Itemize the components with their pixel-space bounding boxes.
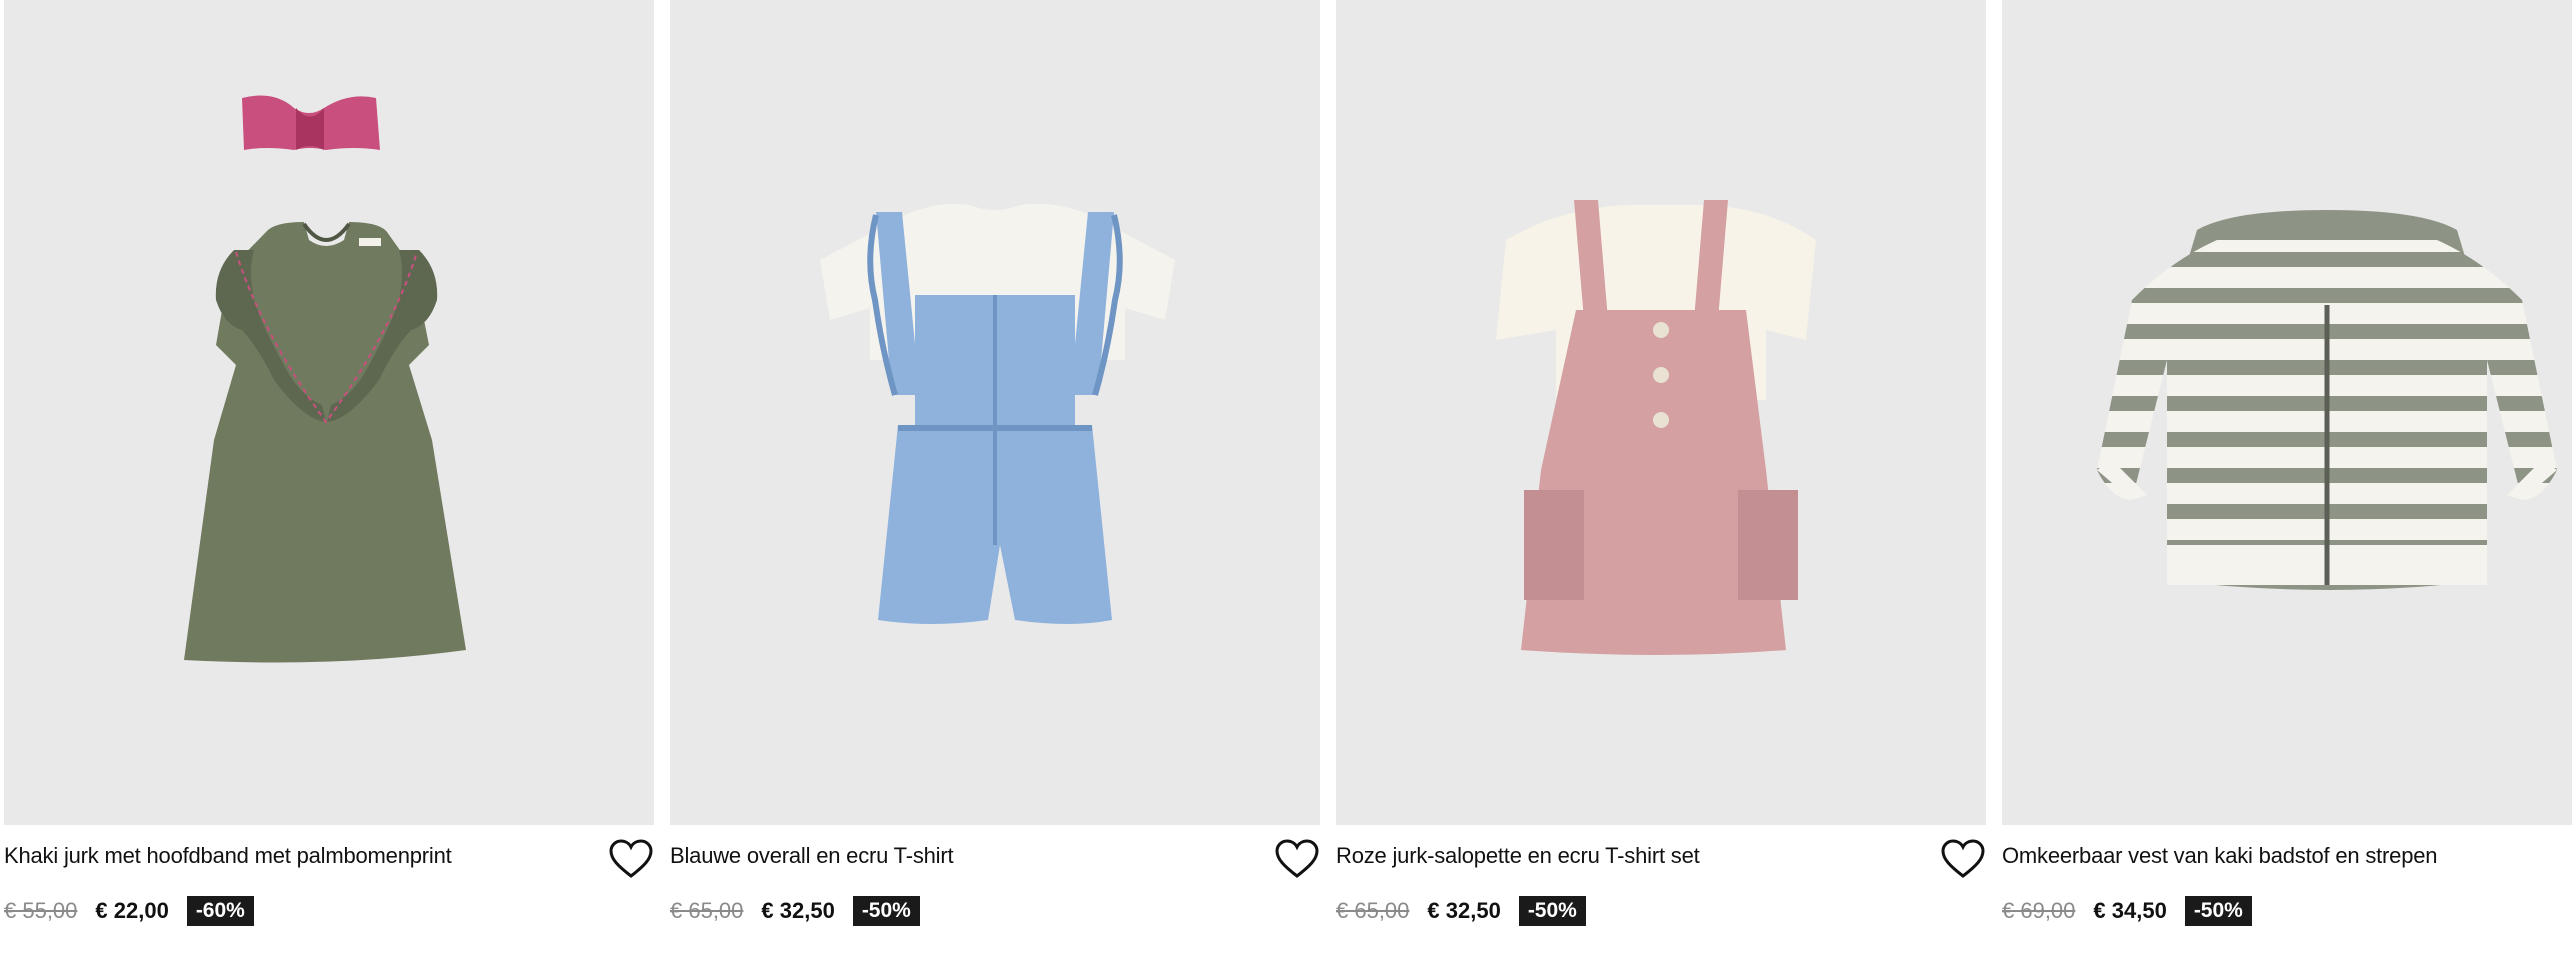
old-price: € 69,00	[2002, 898, 2076, 923]
old-price: € 55,00	[4, 898, 78, 923]
khaki-dress-image	[184, 95, 466, 663]
product-image[interactable]	[1336, 0, 1986, 825]
product-image[interactable]	[4, 0, 654, 825]
discount-badge: -50%	[852, 896, 920, 926]
wishlist-heart-icon[interactable]	[1940, 838, 1986, 880]
product-card: Khaki jurk met hoofdband met palmbomenpr…	[4, 0, 654, 960]
price-row: € 55,00 € 22,00 -60%	[4, 894, 254, 928]
product-image[interactable]	[2002, 0, 2572, 825]
sale-price: € 32,50	[761, 898, 835, 923]
old-price: € 65,00	[670, 898, 744, 923]
product-image[interactable]	[670, 0, 1320, 825]
wishlist-heart-icon[interactable]	[608, 838, 654, 880]
sale-price: € 34,50	[2093, 898, 2167, 923]
discount-badge: -60%	[186, 896, 254, 926]
product-card: Omkeerbaar vest van kaki badstof en stre…	[2002, 0, 2572, 960]
product-title[interactable]: Khaki jurk met hoofdband met palmbomenpr…	[4, 843, 452, 869]
price-row: € 69,00 € 34,50 -50%	[2002, 894, 2252, 928]
striped-jacket-image	[2097, 210, 2557, 590]
discount-badge: -50%	[1518, 896, 1586, 926]
pink-pinafore-image	[1496, 200, 1816, 655]
product-title[interactable]: Roze jurk-salopette en ecru T-shirt set	[1336, 843, 1700, 869]
price-row: € 65,00 € 32,50 -50%	[670, 894, 920, 928]
product-card: Roze jurk-salopette en ecru T-shirt set …	[1336, 0, 1986, 960]
product-card: Blauwe overall en ecru T-shirt € 65,00 €…	[670, 0, 1320, 960]
product-title[interactable]: Omkeerbaar vest van kaki badstof en stre…	[2002, 843, 2438, 869]
sale-price: € 22,00	[95, 898, 169, 923]
price-row: € 65,00 € 32,50 -50%	[1336, 894, 1586, 928]
blue-overall-image	[820, 203, 1175, 624]
old-price: € 65,00	[1336, 898, 1410, 923]
discount-badge: -50%	[2184, 896, 2252, 926]
sale-price: € 32,50	[1427, 898, 1501, 923]
product-title[interactable]: Blauwe overall en ecru T-shirt	[670, 843, 954, 869]
wishlist-heart-icon[interactable]	[1274, 838, 1320, 880]
product-grid: Khaki jurk met hoofdband met palmbomenpr…	[0, 0, 2572, 960]
